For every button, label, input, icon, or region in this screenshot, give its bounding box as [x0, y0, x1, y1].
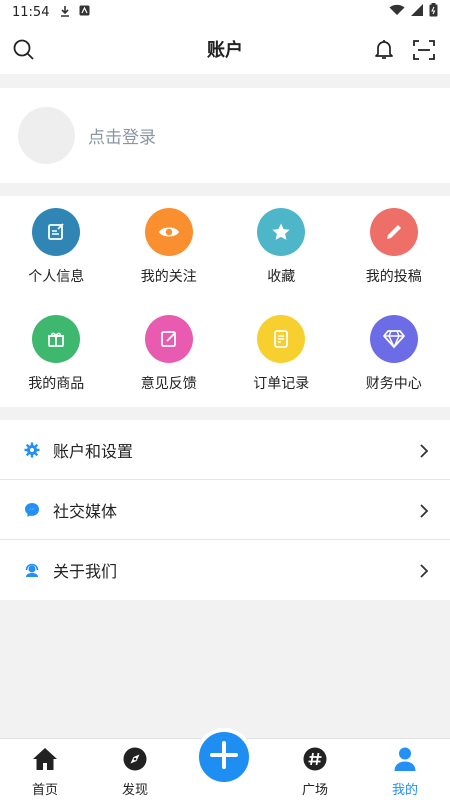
menu-label: 社交媒体 — [53, 501, 118, 521]
menu-item-about-us[interactable]: 关于我们 — [0, 540, 450, 600]
eye-icon — [144, 208, 193, 256]
compass-icon — [123, 747, 147, 775]
grid-label: 意见反馈 — [140, 376, 197, 392]
wifi-icon — [389, 4, 405, 20]
avatar[interactable] — [18, 107, 75, 164]
hashtag-icon — [303, 747, 327, 775]
signal-icon — [411, 4, 423, 20]
tab-mine[interactable]: 我的 — [360, 739, 450, 800]
messenger-icon — [24, 502, 40, 518]
person-icon — [394, 747, 416, 775]
settings-menu: 账户和设置 社交媒体 关于我们 — [0, 420, 450, 600]
grid-item-my-posts[interactable]: 我的投稿 — [338, 196, 450, 303]
tab-home[interactable]: 首页 — [0, 739, 90, 800]
tab-label: 发现 — [121, 783, 148, 798]
app-notification-icon — [79, 5, 90, 19]
battery-icon — [429, 3, 438, 21]
grid-label: 收藏 — [267, 269, 296, 285]
edit-note-icon — [32, 208, 81, 256]
chevron-right-icon — [418, 443, 430, 458]
diamond-icon — [369, 315, 418, 363]
grid-label: 个人信息 — [28, 269, 85, 285]
grid-item-following[interactable]: 我的关注 — [113, 196, 226, 303]
status-time: 11:54 — [12, 4, 50, 20]
bell-icon[interactable] — [372, 37, 396, 61]
gear-icon — [24, 442, 40, 458]
tab-label: 我的 — [391, 783, 418, 798]
support-agent-icon — [24, 562, 40, 578]
menu-label: 关于我们 — [53, 562, 118, 581]
profile-card[interactable]: 点击登录 — [0, 88, 450, 183]
gift-icon — [32, 315, 81, 363]
plus-icon — [210, 741, 238, 773]
status-bar: 11:54 — [0, 0, 450, 24]
star-icon — [257, 208, 306, 256]
tab-label: 广场 — [301, 783, 328, 798]
scan-icon[interactable] — [412, 38, 436, 62]
tab-discover[interactable]: 发现 — [90, 739, 180, 800]
home-icon — [32, 747, 58, 775]
grid-item-favorites[interactable]: 收藏 — [225, 196, 338, 303]
app-header: 账户 — [0, 24, 450, 74]
add-button[interactable] — [195, 728, 253, 786]
pencil-icon — [369, 208, 418, 256]
grid-item-my-goods[interactable]: 我的商品 — [0, 303, 113, 407]
feature-grid: 个人信息 我的关注 收藏 我的投稿 我的商品 意见反馈 订单记录 财务中心 — [0, 196, 450, 407]
grid-label: 财务中心 — [365, 376, 422, 392]
menu-label: 账户和设置 — [53, 441, 134, 461]
feedback-icon — [144, 315, 193, 363]
grid-label: 订单记录 — [253, 376, 310, 392]
download-icon — [59, 5, 71, 20]
login-link[interactable]: 点击登录 — [88, 123, 156, 148]
menu-item-account-settings[interactable]: 账户和设置 — [0, 420, 450, 480]
grid-item-personal-info[interactable]: 个人信息 — [0, 196, 113, 303]
tab-label: 首页 — [31, 783, 58, 798]
grid-item-feedback[interactable]: 意见反馈 — [113, 303, 226, 407]
grid-item-finance[interactable]: 财务中心 — [338, 303, 450, 407]
chevron-right-icon — [418, 503, 430, 518]
menu-item-social-media[interactable]: 社交媒体 — [0, 480, 450, 540]
grid-label: 我的关注 — [140, 269, 197, 285]
tab-square[interactable]: 广场 — [270, 739, 360, 800]
grid-label: 我的投稿 — [365, 269, 422, 285]
grid-label: 我的商品 — [28, 376, 85, 392]
order-icon — [257, 315, 306, 363]
chevron-right-icon — [418, 563, 430, 578]
grid-item-orders[interactable]: 订单记录 — [225, 303, 338, 407]
